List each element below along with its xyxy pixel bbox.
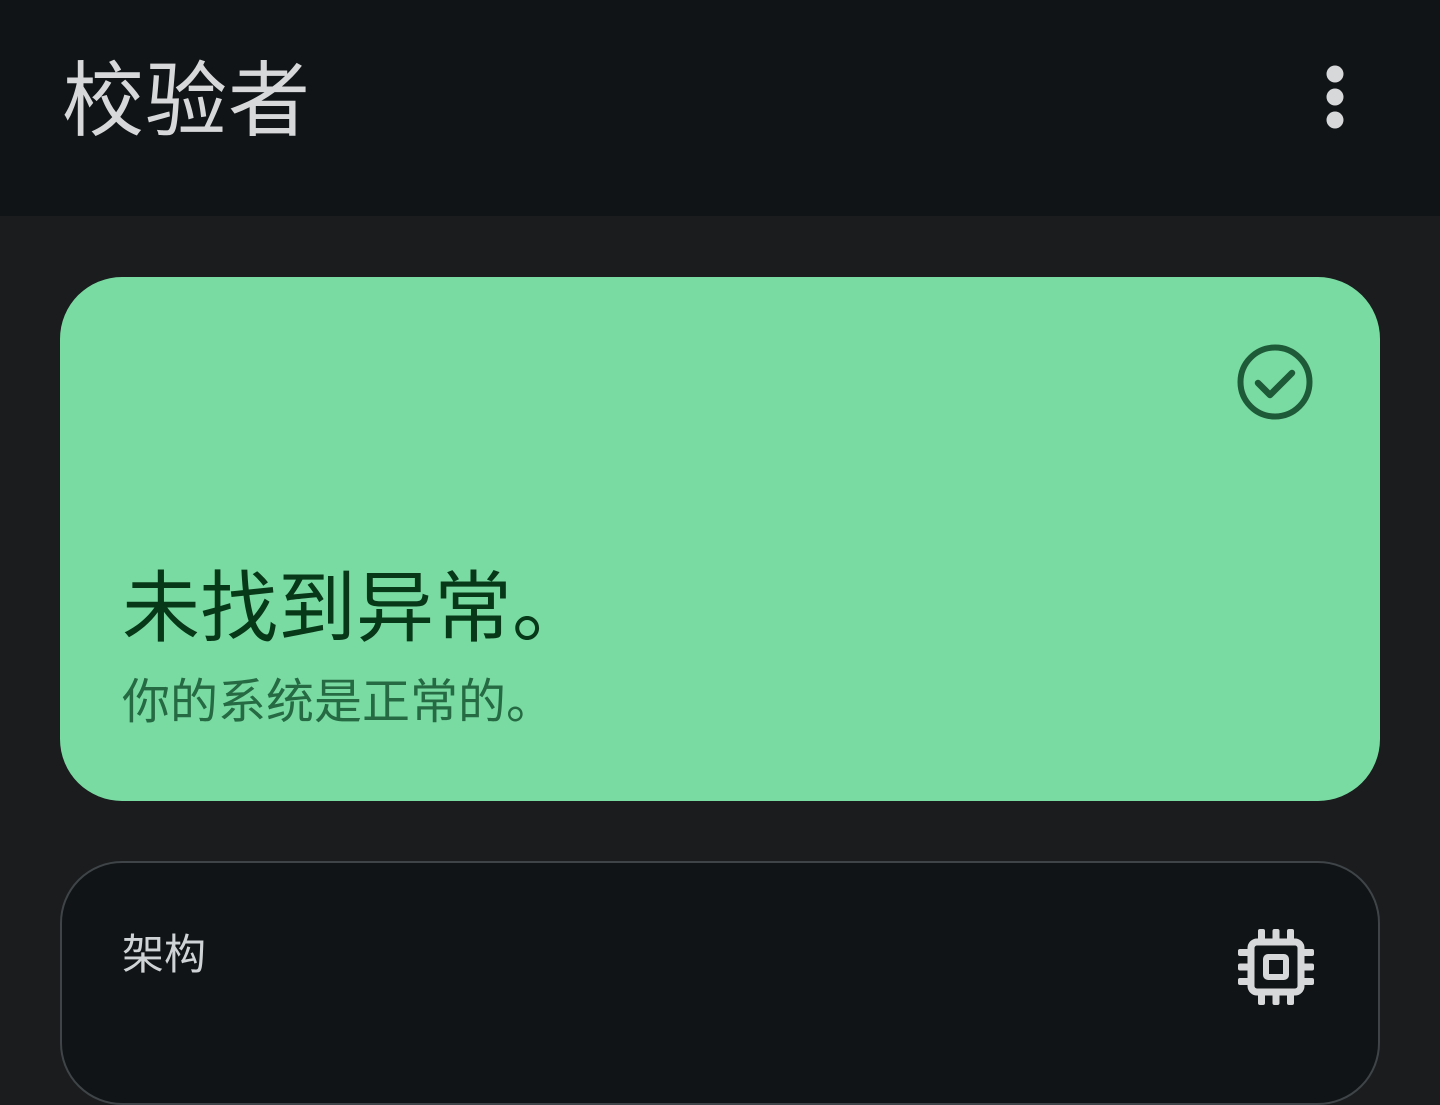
check-circle-icon: [1237, 344, 1313, 420]
status-subtitle: 你的系统是正常的。: [122, 674, 555, 730]
status-card[interactable]: 未找到异常。 你的系统是正常的。: [60, 277, 1380, 801]
more-vert-icon: [1326, 65, 1344, 129]
cpu-chip-icon: [1238, 929, 1314, 1005]
architecture-card[interactable]: 架构: [60, 861, 1380, 1105]
architecture-label: 架构: [122, 930, 207, 979]
overflow-menu-button[interactable]: [1300, 58, 1370, 138]
status-title: 未找到异常。: [122, 564, 591, 654]
app-bar: 校验者: [0, 0, 1440, 216]
app-title: 校验者: [62, 54, 312, 149]
